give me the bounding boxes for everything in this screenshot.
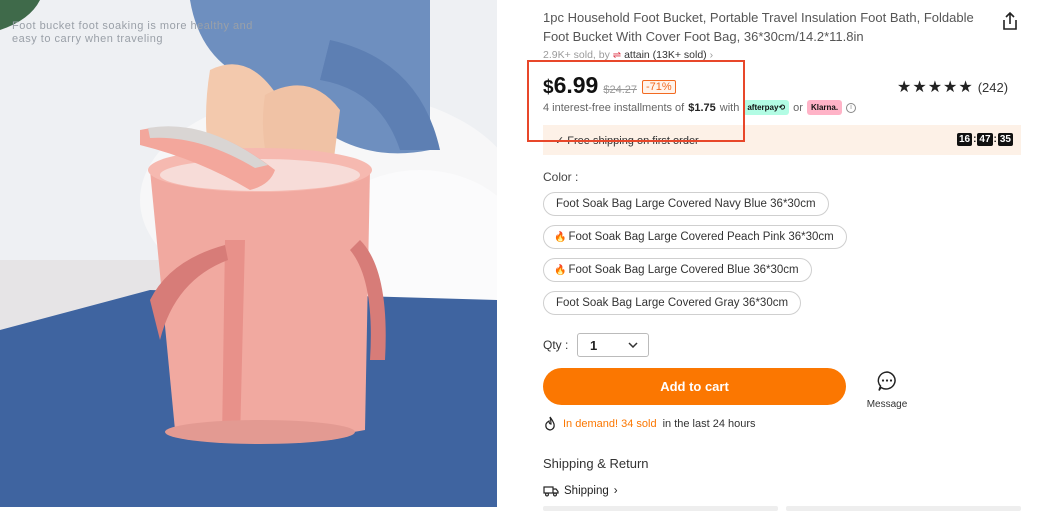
truck-icon [543, 486, 559, 497]
timer-seconds: 35 [997, 133, 1013, 146]
afterpay-logo: afterpay⟲ [743, 100, 790, 115]
installments-or: or [793, 101, 803, 114]
shipping-return-heading: Shipping & Return [543, 456, 649, 471]
product-photo [0, 0, 497, 507]
shipping-link-label: Shipping [564, 485, 609, 497]
color-option-label: Foot Soak Bag Large Covered Blue 36*30cm [568, 264, 799, 276]
discount-badge: -71% [642, 80, 676, 94]
color-label: Color : [543, 170, 579, 184]
color-option-blue[interactable]: 🔥 Foot Soak Bag Large Covered Blue 36*30… [543, 258, 812, 282]
free-shipping-text: ✓ Free shipping on first order [555, 135, 699, 147]
color-option-gray[interactable]: Foot Soak Bag Large Covered Gray 36*30cm [543, 291, 802, 315]
demand-notice: In demand! 34 sold in the last 24 hours [543, 416, 756, 431]
chat-bubble-icon [877, 371, 896, 391]
color-option-label: Foot Soak Bag Large Covered Navy Blue 36… [556, 198, 816, 210]
store-icon: ⇌ [612, 50, 622, 61]
sold-count: 2.9K+ sold, by [543, 49, 610, 61]
store-link[interactable]: attain (13K+ sold) [624, 49, 707, 61]
free-shipping-banner: ✓ Free shipping on first order 16 : 47 :… [543, 125, 1021, 155]
share-icon [1003, 11, 1017, 30]
quantity-select[interactable]: 1 [577, 333, 649, 357]
klarna-logo: Klarna. [806, 100, 843, 115]
message-button[interactable]: Message [865, 370, 909, 410]
flame-icon [545, 416, 555, 431]
shipping-option-placeholder [786, 506, 1021, 511]
current-price: $6.99 [543, 72, 599, 98]
chevron-right-icon: › [613, 485, 618, 497]
color-option-label: Foot Soak Bag Large Covered Peach Pink 3… [568, 231, 834, 243]
shipping-options-strip [543, 506, 1021, 511]
image-caption: Foot bucket foot soaking is more healthy… [12, 20, 253, 45]
review-count: (242) [977, 79, 1009, 95]
installments-info: 4 interest-free installments of $1.75 wi… [543, 100, 857, 115]
timer-sep: : [973, 134, 977, 145]
demand-hot-text: In demand! 34 sold [563, 417, 657, 430]
installment-amount: $1.75 [688, 101, 716, 114]
add-to-cart-button[interactable]: Add to cart [543, 368, 846, 405]
installments-text: 4 interest-free installments of [543, 101, 685, 114]
product-details: 1pc Household Foot Bucket, Portable Trav… [527, 0, 1023, 511]
info-icon[interactable]: i [846, 102, 857, 113]
chevron-down-icon [628, 342, 638, 348]
message-label: Message [866, 399, 908, 410]
star-rating-icon: ★★★★★ [897, 79, 974, 96]
product-title: 1pc Household Foot Bucket, Portable Trav… [543, 10, 974, 44]
rating[interactable]: ★★★★★ (242) [897, 77, 1008, 97]
share-button[interactable] [999, 10, 1021, 32]
color-option-label: Foot Soak Bag Large Covered Gray 36*30cm [556, 297, 789, 309]
countdown-timer: 16 : 47 : 35 [956, 133, 1013, 146]
original-price: $24.27 [603, 84, 637, 96]
timer-hours: 16 [956, 133, 973, 146]
fire-icon: 🔥 [554, 264, 567, 276]
color-option-peach-pink[interactable]: 🔥 Foot Soak Bag Large Covered Peach Pink… [543, 225, 847, 249]
store-chevron-icon: › [709, 49, 714, 61]
fire-icon: 🔥 [554, 231, 567, 243]
timer-sep: : [993, 134, 997, 145]
sold-meta: 2.9K+ sold, by ⇌ attain (13K+ sold) › [543, 49, 713, 61]
installments-with: with [719, 101, 740, 114]
color-option-navy-blue[interactable]: Foot Soak Bag Large Covered Navy Blue 36… [543, 192, 829, 216]
price-row: $6.99 $24.27 -71% [543, 72, 676, 99]
quantity-label: Qty : [543, 338, 569, 352]
quantity-value: 1 [590, 337, 598, 353]
shipping-option-placeholder [543, 506, 778, 511]
timer-minutes: 47 [977, 133, 993, 146]
product-image[interactable]: Foot bucket foot soaking is more healthy… [0, 0, 497, 507]
demand-rest-text: in the last 24 hours [662, 417, 756, 430]
shipping-link[interactable]: Shipping › [543, 485, 618, 497]
